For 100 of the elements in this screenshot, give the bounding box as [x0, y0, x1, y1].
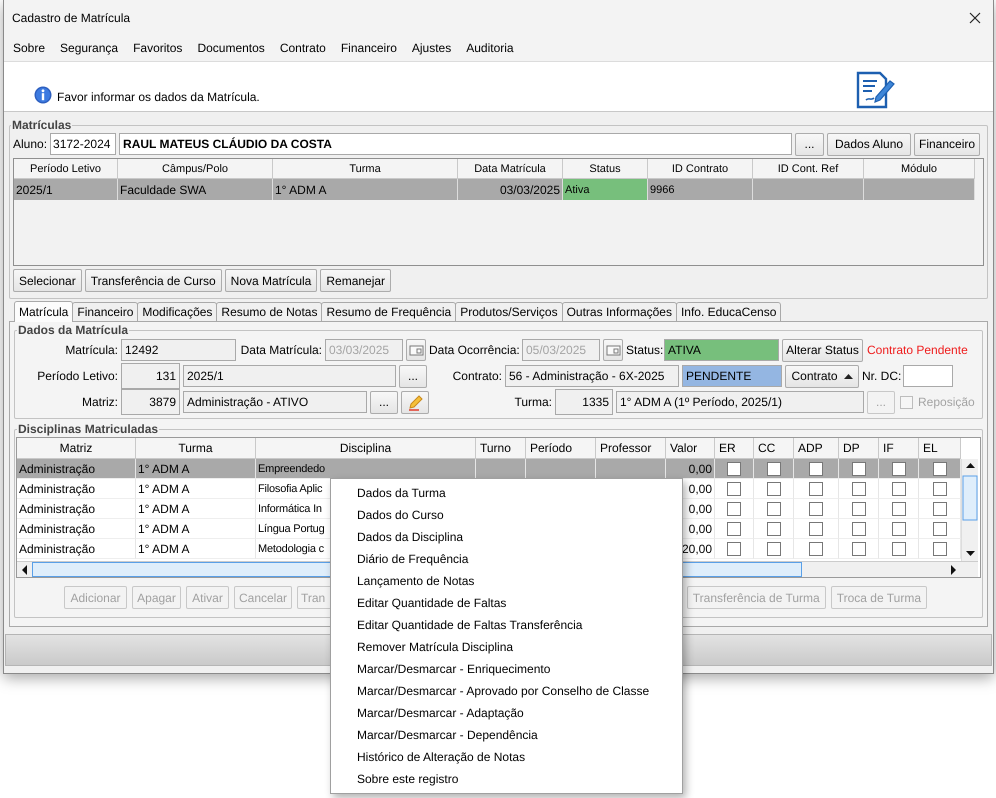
field-label: Turma: — [513, 395, 552, 409]
action-button[interactable]: Nova Matrícula — [224, 269, 318, 292]
menu-item[interactable]: Remover Matrícula Disciplina — [331, 636, 682, 658]
checkbox[interactable] — [766, 482, 780, 496]
group-title: Matrículas — [11, 118, 72, 132]
column-header: Turma — [273, 159, 458, 179]
contract-field[interactable]: 56 - Administração - 6X-2025 — [505, 365, 679, 387]
action-button[interactable]: Selecionar — [13, 269, 82, 292]
financial-button[interactable]: Financeiro — [914, 132, 980, 156]
edit-button[interactable] — [401, 390, 429, 414]
menu-item[interactable]: Editar Quantidade de Faltas — [331, 592, 682, 614]
checkbox[interactable] — [852, 542, 866, 556]
tab[interactable]: Matrícula — [14, 301, 74, 322]
menu-item[interactable]: Editar Quantidade de Faltas Transferência — [331, 614, 682, 636]
checkbox[interactable] — [766, 522, 780, 536]
checkbox[interactable] — [809, 522, 823, 536]
student-code-field[interactable]: 3172-2024 — [50, 133, 116, 155]
checkbox[interactable] — [892, 462, 906, 476]
table-row[interactable]: Administração 1° ADM A Empreendedo 0,00 — [17, 459, 961, 479]
code-field[interactable]: 131 — [121, 363, 180, 389]
period-field[interactable]: 2025/1 — [183, 365, 396, 387]
menu-item[interactable]: Sobre este registro — [331, 768, 682, 790]
checkbox[interactable] — [892, 542, 906, 556]
checkbox[interactable] — [809, 502, 823, 516]
menu-item[interactable]: Favoritos — [126, 41, 190, 55]
menu-item[interactable]: Marcar/Desmarcar - Dependência — [331, 724, 682, 746]
checkbox[interactable] — [766, 462, 780, 476]
student-name-field[interactable]: RAUL MATEUS CLÁUDIO DA COSTA — [119, 133, 792, 155]
column-header: Disciplina — [256, 438, 476, 459]
menu-item[interactable]: Ajustes — [404, 41, 458, 55]
contract-state-field[interactable]: PENDENTE — [682, 365, 782, 387]
checkbox[interactable] — [852, 502, 866, 516]
menu-item[interactable]: Marcar/Desmarcar - Aprovado por Conselho de Classe — [331, 680, 682, 702]
action-button[interactable]: Transferência de Curso — [84, 269, 222, 292]
checkbox[interactable] — [892, 502, 906, 516]
menu-item[interactable]: Documentos — [190, 41, 272, 55]
change-status-button[interactable]: Alterar Status — [782, 338, 863, 362]
scrollbar-thumb[interactable] — [683, 562, 802, 577]
code-field[interactable]: 3879 — [121, 389, 180, 415]
student-data-button[interactable]: Dados Aluno — [827, 132, 912, 156]
browse-button[interactable]: ... — [795, 132, 824, 156]
menu-item[interactable]: Lançamento de Notas — [331, 570, 682, 592]
tab[interactable]: Produtos/Serviços — [455, 302, 563, 321]
table-row[interactable]: 2025/1 Faculdade SWA 1° ADM A 03/03/2025 Ativa 9966 — [14, 179, 975, 200]
field-label: Matrícula: — [64, 343, 118, 357]
checkbox[interactable] — [809, 542, 823, 556]
table-cell: Faculdade SWA — [118, 179, 273, 200]
class-field[interactable]: 1° ADM A (1º Período, 2025/1) — [616, 391, 864, 413]
checkbox[interactable] — [727, 462, 741, 476]
table-cell: Ativa — [563, 179, 648, 200]
checkbox[interactable] — [932, 482, 946, 496]
menu-item[interactable]: Auditoria — [459, 41, 521, 55]
menu-item[interactable]: Contrato — [272, 41, 333, 55]
calendar-button[interactable] — [603, 339, 623, 361]
browse-button[interactable]: ... — [399, 364, 427, 388]
checkbox[interactable] — [809, 482, 823, 496]
checkbox[interactable] — [852, 462, 866, 476]
tab[interactable]: Resumo de Frequência — [321, 302, 456, 321]
column-header: Módulo — [864, 159, 975, 179]
column-header: IF — [879, 438, 919, 459]
code-field[interactable]: 1335 — [555, 389, 613, 415]
checkbox[interactable] — [892, 482, 906, 496]
checkbox[interactable] — [809, 462, 823, 476]
menu-item[interactable]: Marcar/Desmarcar - Adaptação — [331, 702, 682, 724]
menu-item[interactable]: Sobre — [6, 41, 52, 55]
checkbox[interactable] — [852, 482, 866, 496]
browse-button[interactable]: ... — [370, 390, 398, 414]
checkbox[interactable] — [727, 482, 741, 496]
tab[interactable]: Outras Informações — [562, 302, 677, 321]
checkbox[interactable] — [932, 462, 946, 476]
checkbox[interactable] — [852, 522, 866, 536]
contract-button[interactable]: Contrato — [785, 364, 859, 388]
curriculum-field[interactable]: Administração - ATIVO — [183, 391, 367, 413]
checkbox[interactable] — [766, 502, 780, 516]
scrollbar-thumb[interactable] — [32, 562, 330, 577]
vertical-scrollbar[interactable] — [961, 459, 978, 561]
menu-item[interactable]: Segurança — [53, 41, 126, 55]
column-header: DP — [839, 438, 879, 459]
calendar-button[interactable] — [406, 339, 426, 361]
checkbox[interactable] — [727, 522, 741, 536]
checkbox[interactable] — [932, 522, 946, 536]
input-field[interactable] — [903, 365, 953, 387]
calendar-icon — [408, 344, 424, 356]
checkbox[interactable] — [766, 542, 780, 556]
info-icon — [34, 86, 52, 104]
action-button[interactable]: Remanejar — [320, 269, 392, 292]
registration-field[interactable]: 12492 — [121, 339, 236, 361]
checkbox[interactable] — [892, 522, 906, 536]
calendar-icon — [606, 344, 620, 356]
window-title: Cadastro de Matrícula — [12, 10, 130, 24]
checkbox[interactable] — [727, 502, 741, 516]
menu-item[interactable]: Financeiro — [334, 41, 404, 55]
tab[interactable]: Modificações — [137, 302, 218, 321]
menu-item[interactable]: Histórico de Alteração de Notas — [331, 746, 682, 768]
menu-item[interactable]: Marcar/Desmarcar - Enriquecimento — [331, 658, 682, 680]
tab[interactable]: Info. EducaCenso — [676, 302, 782, 321]
status-field[interactable]: ATIVA — [664, 339, 779, 361]
checkbox[interactable] — [727, 542, 741, 556]
checkbox[interactable] — [932, 542, 946, 556]
checkbox[interactable] — [932, 502, 946, 516]
